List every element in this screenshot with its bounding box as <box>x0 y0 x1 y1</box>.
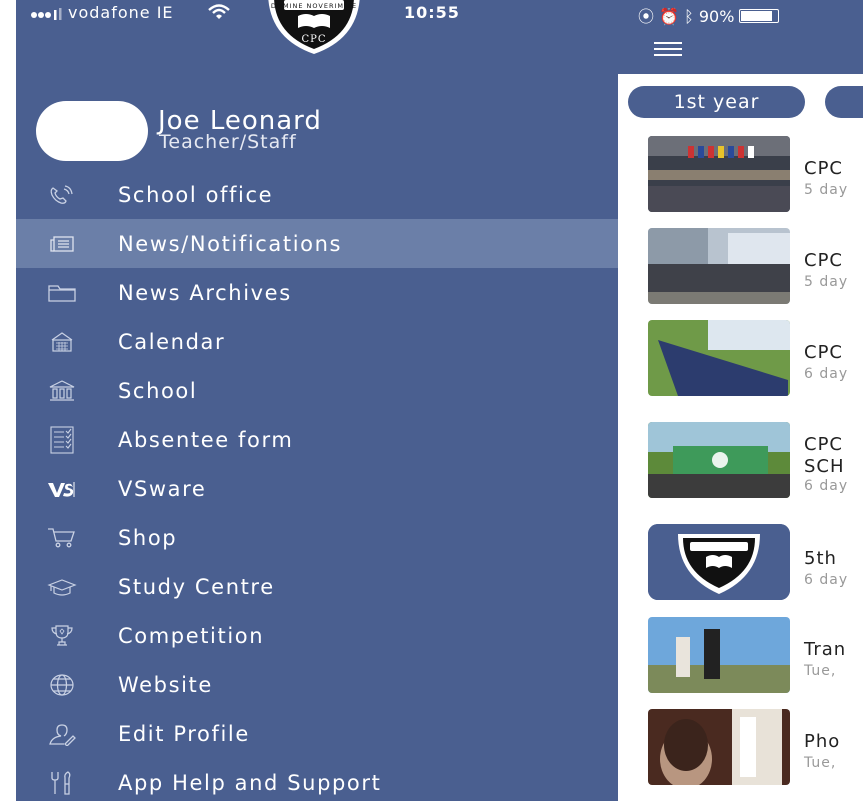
news-date: 5 day <box>804 182 849 198</box>
news-thumbnail <box>648 320 790 396</box>
school-icon <box>46 379 78 403</box>
menu-item-calendar[interactable]: Calendar <box>16 317 618 366</box>
news-thumbnail <box>648 136 790 212</box>
news-thumbnail <box>648 228 790 304</box>
menu-item-app-help[interactable]: App Help and Support <box>16 758 618 801</box>
wifi-icon <box>208 4 230 24</box>
location-icon: ⦿ <box>638 7 655 26</box>
status-bar-right: ⦿ ⏰ ᛒ 90% <box>638 3 780 27</box>
news-title: CPC <box>804 434 843 455</box>
hamburger-menu-icon[interactable] <box>654 42 682 56</box>
cart-icon <box>46 526 78 550</box>
menu-label: Calendar <box>118 330 226 354</box>
menu-item-news-archives[interactable]: News Archives <box>16 268 618 317</box>
checklist-icon <box>46 425 78 454</box>
menu-item-study-centre[interactable]: Study Centre <box>16 562 618 611</box>
phone-icon <box>46 183 78 207</box>
vsware-icon <box>46 477 78 501</box>
tools-icon <box>46 770 78 795</box>
trophy-icon <box>46 624 78 648</box>
menu-label: Absentee form <box>118 428 294 452</box>
news-date: Tue, <box>804 663 837 679</box>
news-date: 6 day <box>804 366 849 382</box>
news-thumbnail <box>648 709 790 785</box>
menu-label: Competition <box>118 624 265 648</box>
menu-label: Website <box>118 673 213 697</box>
carrier-name: vodafone IE <box>68 3 174 22</box>
signal-icon <box>30 7 64 26</box>
menu-label: News Archives <box>118 281 292 305</box>
news-thumbnail <box>648 617 790 693</box>
alarm-icon: ⏰ <box>659 7 680 26</box>
app-header: ⦿ ⏰ ᛒ 90% <box>618 0 863 74</box>
globe-icon <box>46 673 78 697</box>
menu-label: Edit Profile <box>118 722 250 746</box>
bluetooth-icon: ᛒ <box>684 7 694 26</box>
calendar-icon <box>46 330 78 354</box>
menu-item-vsware[interactable]: VSware <box>16 464 618 513</box>
menu-label: VSware <box>118 477 207 501</box>
navigation-drawer: vodafone IE DOMINE NOVERIM TE CPC 10:55 … <box>16 0 618 801</box>
menu-item-absentee-form[interactable]: Absentee form <box>16 415 618 464</box>
menu-item-shop[interactable]: Shop <box>16 513 618 562</box>
battery-icon <box>739 9 780 23</box>
app-screen: vodafone IE DOMINE NOVERIM TE CPC 10:55 … <box>0 0 863 801</box>
crest-monogram: CPC <box>301 34 326 45</box>
graduation-cap-icon <box>46 575 78 599</box>
school-crest-logo: DOMINE NOVERIM TE CPC <box>262 0 366 56</box>
avatar[interactable] <box>36 101 148 161</box>
news-title: CPC <box>804 250 843 271</box>
news-date: 6 day <box>804 478 849 494</box>
news-feed-panel: ⦿ ⏰ ᛒ 90% 1st year CPC 5 day CPC 5 day C… <box>618 0 863 801</box>
news-thumbnail <box>648 422 790 498</box>
menu-label: Study Centre <box>118 575 275 599</box>
menu-item-edit-profile[interactable]: Edit Profile <box>16 709 618 758</box>
news-title: Tran <box>804 639 847 660</box>
news-date: 5 day <box>804 274 849 290</box>
news-date: 6 day <box>804 572 849 588</box>
news-title-line2: SCH <box>804 456 845 477</box>
menu-label: App Help and Support <box>118 771 382 795</box>
user-icon <box>46 722 78 746</box>
drawer-menu: School office News/Notifications News Ar… <box>16 170 618 801</box>
menu-item-website[interactable]: Website <box>16 660 618 709</box>
profile-role: Teacher/Staff <box>159 131 297 153</box>
news-title: Pho <box>804 731 841 752</box>
battery-percent: 90% <box>698 7 735 26</box>
menu-label: School <box>118 379 198 403</box>
filter-chip[interactable] <box>825 86 863 118</box>
news-icon <box>46 232 78 256</box>
menu-item-competition[interactable]: Competition <box>16 611 618 660</box>
menu-item-news-notifications[interactable]: News/Notifications <box>16 219 618 268</box>
news-title: CPC <box>804 158 843 179</box>
status-bar: vodafone IE DOMINE NOVERIM TE CPC 10:55 <box>16 0 618 54</box>
crest-motto: DOMINE NOVERIM TE <box>271 2 357 10</box>
news-title: CPC <box>804 342 843 363</box>
menu-item-school[interactable]: School <box>16 366 618 415</box>
menu-label: News/Notifications <box>118 232 343 256</box>
menu-label: Shop <box>118 526 178 550</box>
news-title: 5th <box>804 548 837 569</box>
news-thumbnail <box>648 524 790 600</box>
news-date: Tue, <box>804 755 837 771</box>
status-time: 10:55 <box>404 3 460 22</box>
filter-chip-1st-year[interactable]: 1st year <box>628 86 805 118</box>
folder-icon <box>46 281 78 305</box>
menu-item-school-office[interactable]: School office <box>16 170 618 219</box>
menu-label: School office <box>118 183 274 207</box>
